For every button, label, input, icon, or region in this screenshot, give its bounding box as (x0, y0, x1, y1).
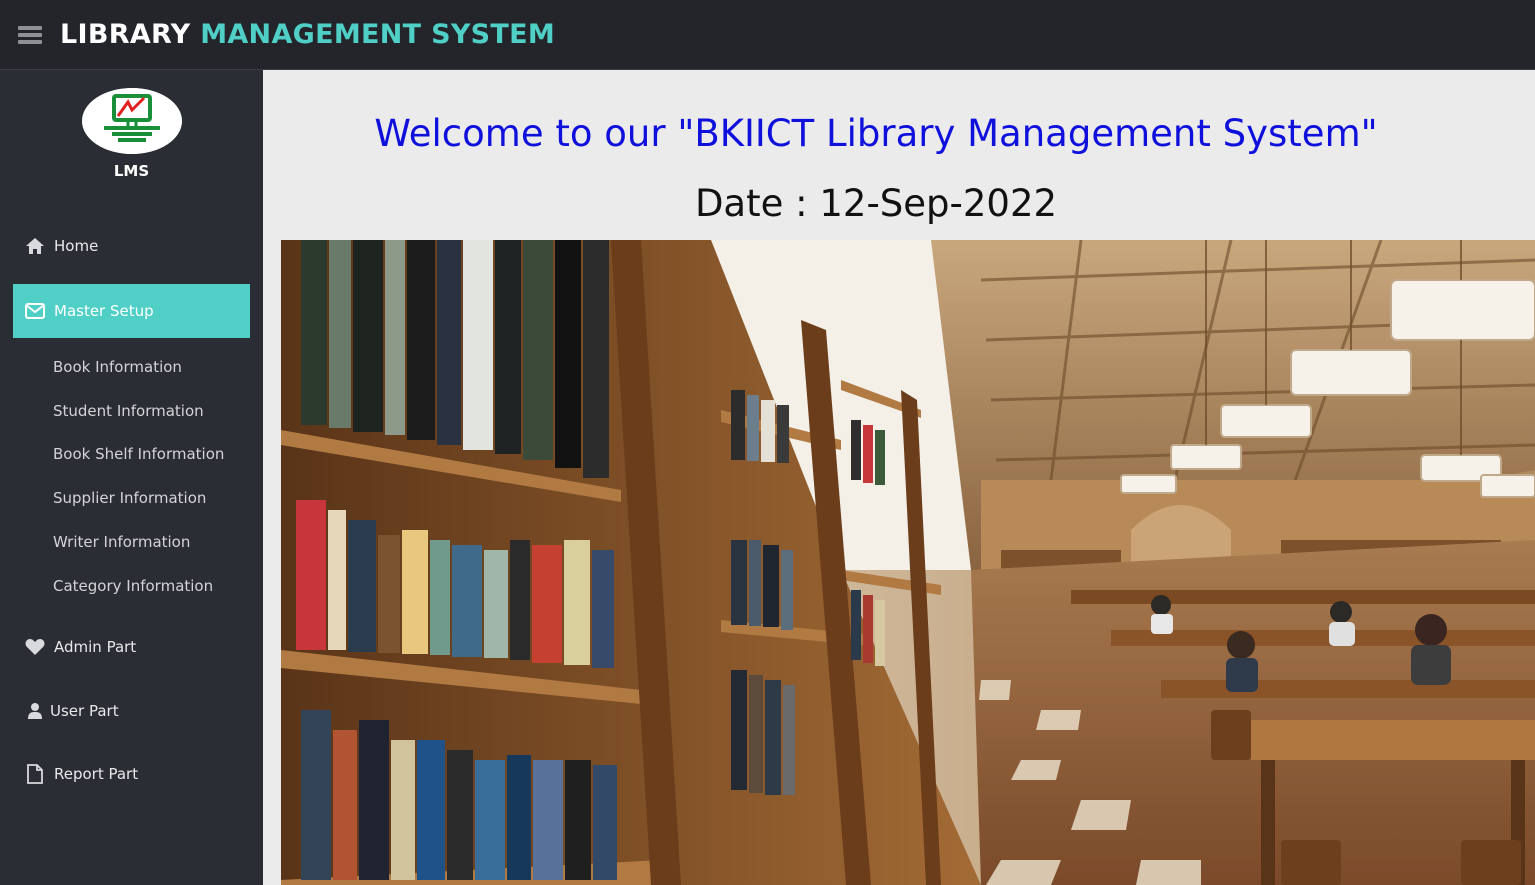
main-content: Welcome to our "BKIICT Library Managemen… (263, 70, 1535, 885)
sidebar-item-home[interactable]: Home (0, 235, 263, 257)
sidebar-item-label: Report Part (54, 765, 139, 783)
envelope-icon (24, 300, 46, 322)
library-hero-image (281, 240, 1535, 885)
submenu-writer-information[interactable]: Writer Information (53, 533, 190, 551)
document-icon (24, 763, 46, 785)
sidebar-item-admin-part[interactable]: Admin Part (0, 636, 263, 658)
submenu-book-information[interactable]: Book Information (53, 358, 182, 376)
sidebar-item-report-part[interactable]: Report Part (0, 763, 263, 785)
submenu-student-information[interactable]: Student Information (53, 402, 204, 420)
home-icon (24, 235, 46, 257)
hamburger-icon[interactable] (18, 25, 42, 44)
sidebar-item-label: Home (54, 237, 99, 255)
sidebar-item-master-setup[interactable]: Master Setup (13, 284, 250, 338)
heart-icon (24, 636, 46, 658)
sidebar: LMS Home Master Setup Book Information S… (0, 70, 263, 885)
submenu-book-shelf-information[interactable]: Book Shelf Information (53, 445, 224, 463)
app-title-part1: LIBRARY (60, 19, 191, 50)
sidebar-item-label: Admin Part (54, 638, 137, 656)
submenu-category-information[interactable]: Category Information (53, 577, 213, 595)
sidebar-item-label: User Part (50, 702, 119, 720)
library-illustration (281, 240, 1535, 885)
welcome-heading: Welcome to our "BKIICT Library Managemen… (374, 112, 1378, 155)
app-title: LIBRARY MANAGEMENT SYSTEM (60, 19, 555, 50)
lms-logo (81, 88, 182, 154)
date-display: Date : 12-Sep-2022 (694, 182, 1058, 225)
logo-area: LMS (0, 70, 263, 180)
sidebar-item-user-part[interactable]: User Part (0, 700, 263, 722)
submenu-supplier-information[interactable]: Supplier Information (53, 489, 206, 507)
user-icon (24, 700, 46, 722)
top-navbar: LIBRARY MANAGEMENT SYSTEM (0, 0, 1535, 70)
sidebar-item-label: Master Setup (54, 302, 154, 320)
app-title-part2: MANAGEMENT SYSTEM (200, 19, 556, 50)
logo-text: LMS (113, 162, 150, 180)
